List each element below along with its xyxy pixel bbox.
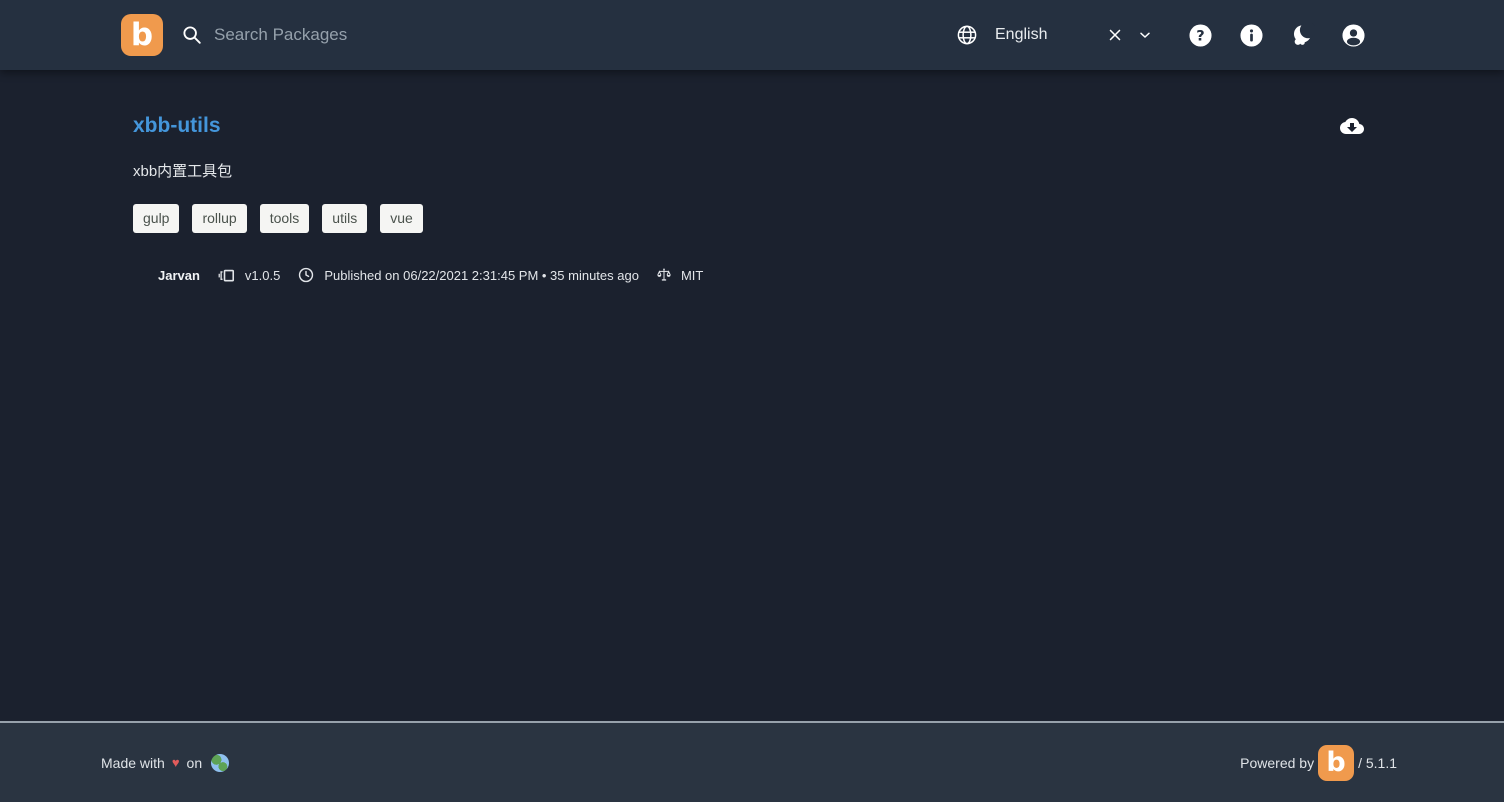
keyword-chip[interactable]: gulp	[133, 204, 180, 233]
package-version: v1.0.5	[244, 267, 281, 283]
footer-made-with: Made with ♥ on	[101, 753, 230, 772]
keyword-chip[interactable]: tools	[259, 204, 310, 233]
search-icon	[181, 24, 203, 46]
language-value: English	[995, 26, 1048, 43]
header-controls: English ?	[955, 22, 1366, 48]
app-version: / 5.1.1	[1358, 754, 1397, 771]
on-text: on	[186, 754, 203, 771]
app-footer: Made with ♥ on Powered by b / 5.1.1	[0, 721, 1504, 802]
help-icon[interactable]: ?	[1188, 23, 1213, 48]
chevron-down-icon[interactable]	[1135, 25, 1155, 45]
powered-by-text: Powered by	[1240, 754, 1315, 771]
verdaccio-logo[interactable]: b	[121, 14, 163, 56]
page: b English	[0, 0, 1504, 802]
footer-logo-letter: b	[1326, 747, 1346, 778]
clock-icon	[297, 266, 315, 284]
svg-text:?: ?	[1196, 27, 1204, 44]
package-description: xbb内置工具包	[133, 163, 233, 180]
version-group: v1.0.5	[217, 266, 280, 285]
heart-icon: ♥	[171, 755, 180, 770]
published-text: Published on 06/22/2021 2:31:45 PM • 35 …	[324, 267, 639, 283]
license-group: MIT	[656, 267, 703, 283]
keyword-chip[interactable]: vue	[380, 204, 423, 233]
package-license: MIT	[680, 267, 704, 283]
keyword-chip[interactable]: utils	[322, 204, 368, 233]
package-detail: xbb-utils xbb内置工具包 gulp rollup tools utils v…	[0, 70, 1504, 721]
clear-icon[interactable]	[1104, 24, 1126, 46]
keyword-list: gulp rollup tools utils vue	[133, 204, 1364, 233]
search-bar	[181, 24, 955, 46]
account-icon[interactable]	[1341, 23, 1366, 48]
globe-icon	[955, 23, 979, 47]
version-icon	[217, 266, 236, 285]
search-input[interactable]	[212, 24, 955, 46]
published-group: Published on 06/22/2021 2:31:45 PM • 35 …	[297, 266, 639, 284]
footer-powered-by: Powered by b / 5.1.1	[1240, 744, 1397, 781]
language-select[interactable]: English	[955, 23, 1155, 47]
keyword-chip[interactable]: rollup	[192, 204, 247, 233]
dark-mode-icon[interactable]	[1290, 22, 1315, 48]
earth-icon	[211, 753, 230, 772]
info-icon[interactable]	[1239, 23, 1264, 48]
download-tarball-button[interactable]	[1340, 114, 1364, 138]
package-author: Jarvan	[158, 267, 200, 283]
license-scale-icon	[656, 267, 672, 283]
package-name[interactable]: xbb-utils	[133, 114, 221, 138]
cloud-download-icon	[1340, 114, 1364, 138]
package-meta: Jarvan v1.0.5 Published on 06/22/2021 2:…	[158, 266, 1364, 285]
made-with-text: Made with	[101, 754, 165, 771]
verdaccio-footer-logo: b	[1318, 744, 1355, 781]
logo-letter: b	[130, 16, 154, 53]
app-header: b English	[0, 0, 1504, 70]
